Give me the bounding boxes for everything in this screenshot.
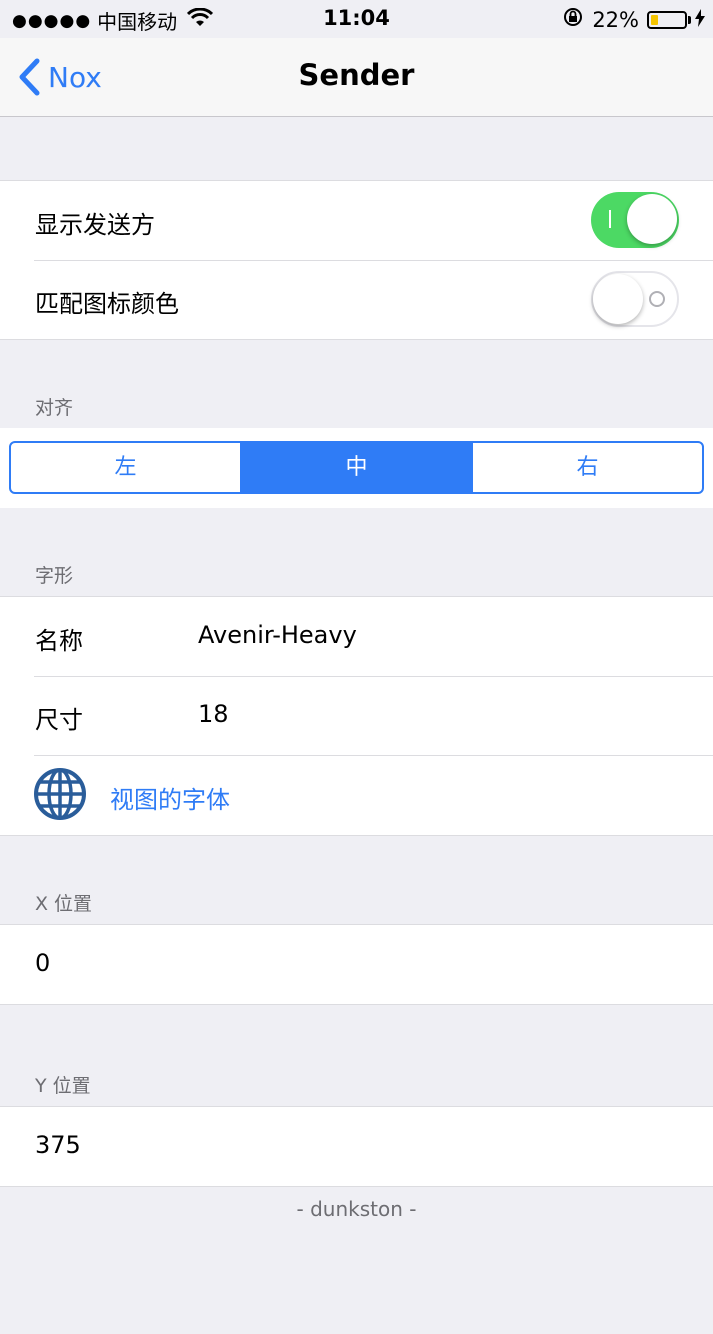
alignment-segmented-control: 左 中 右 — [9, 441, 704, 494]
status-bar: ●●●●● 中国移动 11:04 22% — [0, 0, 713, 38]
y-position-header: Y 位置 — [35, 1075, 91, 1097]
switch-off-mark — [649, 291, 665, 307]
y-position-group: 375 — [0, 1106, 713, 1187]
switch-on-mark — [609, 210, 611, 228]
view-fonts-row[interactable]: 视图的字体 — [0, 755, 713, 835]
switch-knob — [593, 274, 643, 324]
globe-icon — [33, 767, 87, 825]
font-name-label: 名称 — [35, 627, 83, 655]
status-right: 22% — [562, 6, 705, 33]
alignment-header: 对齐 — [35, 397, 74, 419]
x-position-row[interactable]: 0 — [0, 925, 713, 1004]
segment-right[interactable]: 右 — [471, 443, 702, 492]
charging-icon — [695, 8, 705, 32]
font-size-label: 尺寸 — [35, 706, 83, 734]
footer-credit: - dunkston - — [296, 1197, 417, 1221]
orientation-lock-icon — [562, 6, 584, 33]
toggle-row-match-icon-color: 匹配图标颜色 — [0, 260, 713, 339]
toggle-row-show-sender: 显示发送方 — [0, 181, 713, 260]
navigation-bar: Nox Sender — [0, 38, 713, 117]
font-size-value: 18 — [198, 700, 229, 728]
font-name-value: Avenir-Heavy — [198, 621, 357, 649]
battery-icon — [647, 10, 687, 29]
font-size-row[interactable]: 尺寸 18 — [0, 676, 713, 755]
show-sender-switch[interactable] — [591, 192, 679, 248]
battery-tip — [688, 15, 691, 24]
battery-fill — [651, 14, 658, 25]
y-position-value[interactable]: 375 — [35, 1131, 81, 1159]
font-header: 字形 — [35, 565, 74, 587]
toggles-group: 显示发送方 匹配图标颜色 — [0, 180, 713, 340]
view-fonts-link: 视图的字体 — [110, 786, 230, 814]
font-group: 名称 Avenir-Heavy 尺寸 18 视图的字体 — [0, 596, 713, 836]
match-icon-color-switch[interactable] — [591, 271, 679, 327]
x-position-header: X 位置 — [35, 893, 93, 915]
battery-percent: 22% — [592, 7, 639, 32]
segment-center[interactable]: 中 — [240, 443, 471, 492]
switch-knob — [627, 194, 677, 244]
segment-left[interactable]: 左 — [11, 443, 240, 492]
x-position-group: 0 — [0, 924, 713, 1005]
match-icon-color-label: 匹配图标颜色 — [35, 290, 179, 318]
show-sender-label: 显示发送方 — [35, 211, 155, 239]
font-name-row[interactable]: 名称 Avenir-Heavy — [0, 597, 713, 676]
x-position-value[interactable]: 0 — [35, 949, 50, 977]
y-position-row[interactable]: 375 — [0, 1107, 713, 1186]
alignment-segment-row: 左 中 右 — [0, 428, 713, 508]
page-title: Sender — [298, 58, 415, 92]
